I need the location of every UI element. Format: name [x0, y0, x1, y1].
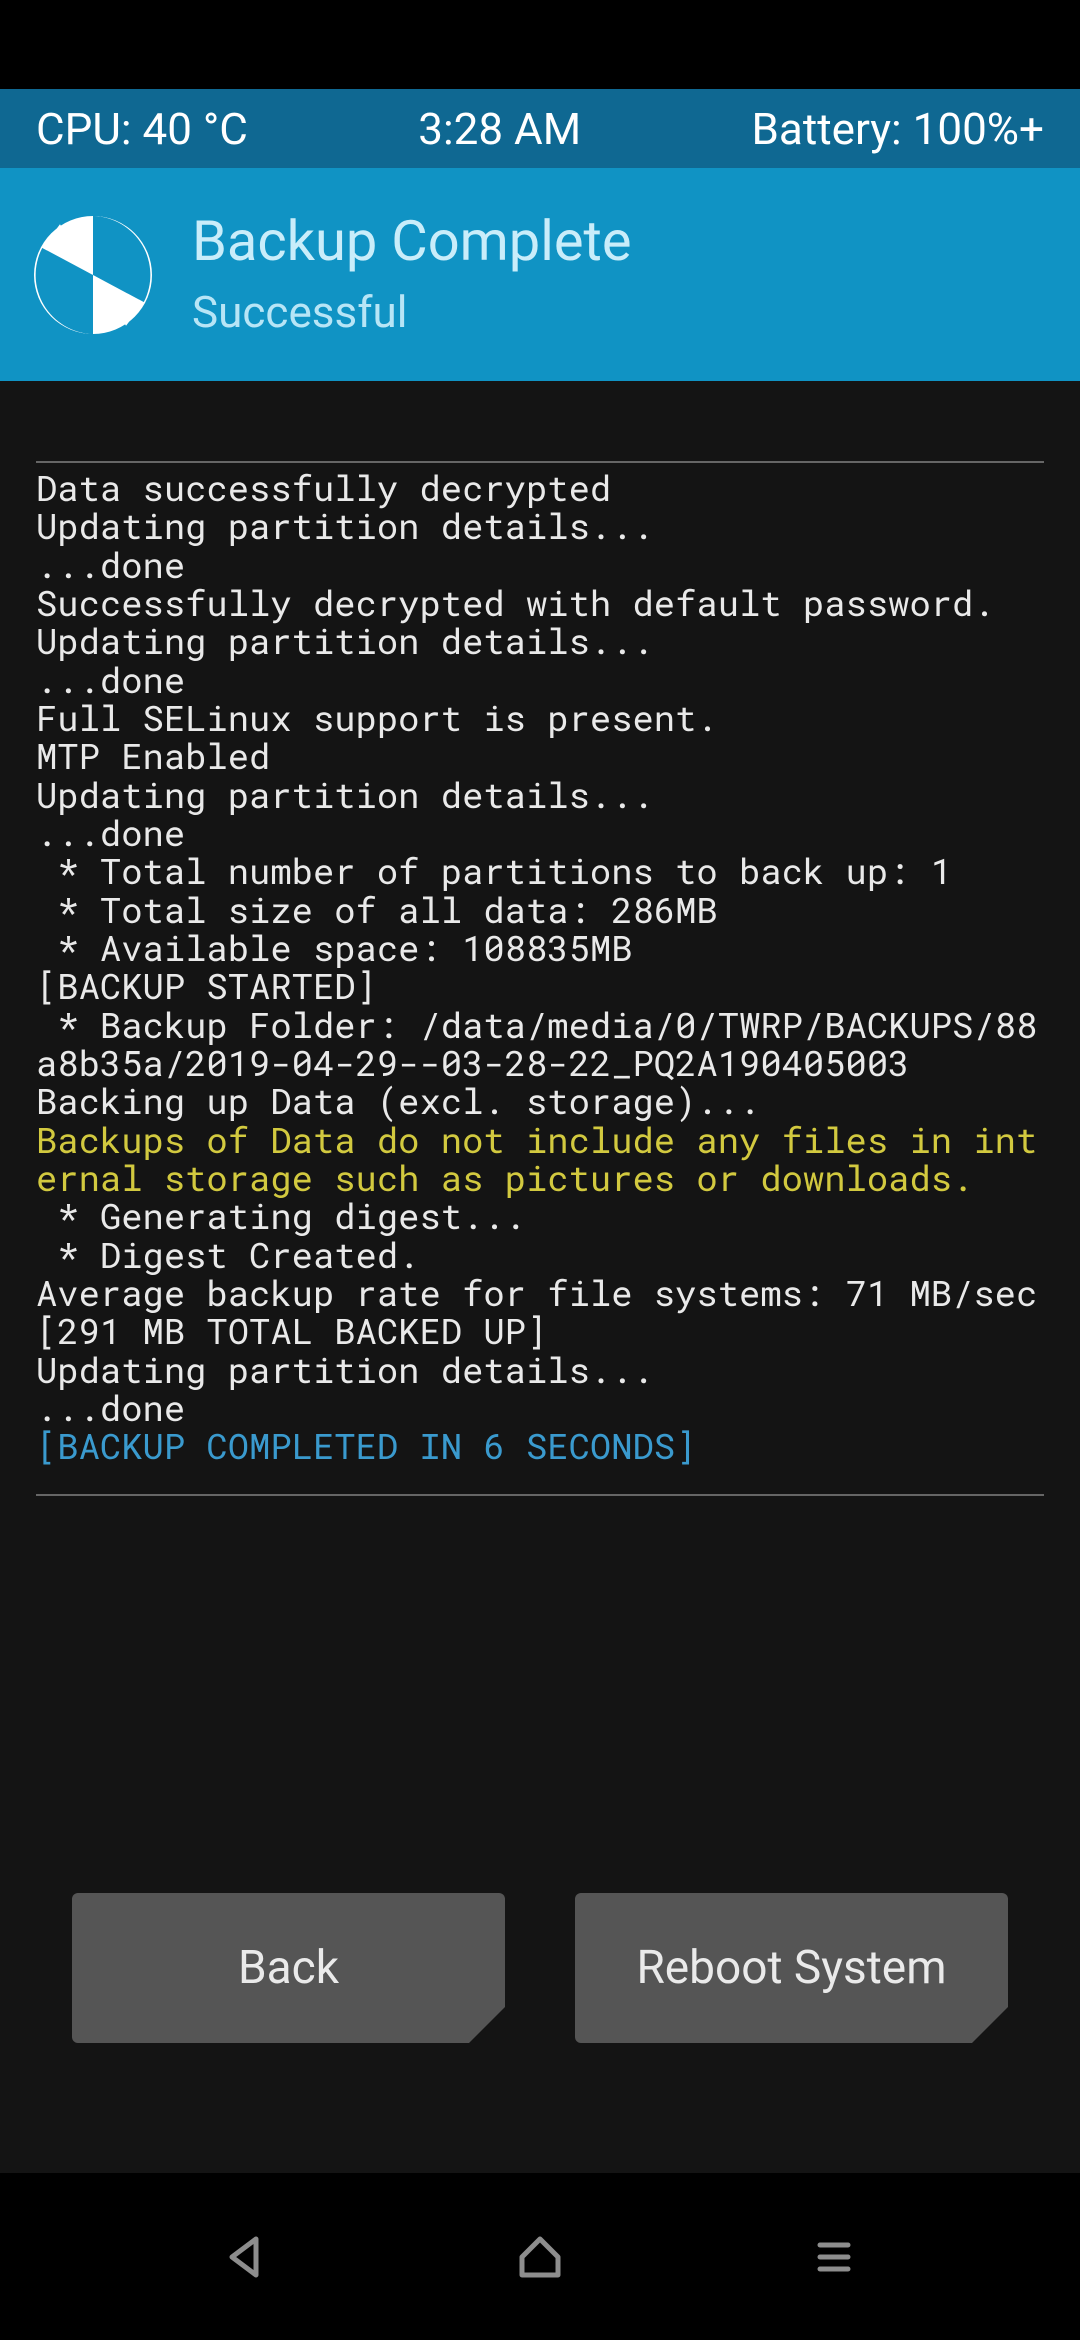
console-log: Data successfully decrypted Updating par… — [36, 469, 1044, 1466]
reboot-system-button[interactable]: Reboot System — [575, 1893, 1008, 2043]
clock: 3:28 AM — [248, 103, 752, 155]
nav-home-icon[interactable] — [514, 2231, 566, 2283]
android-navbar — [0, 2173, 1080, 2340]
divider — [36, 461, 1044, 463]
cpu-temp: CPU: 40 °C — [36, 103, 248, 155]
battery-status: Battery: 100%+ — [751, 103, 1044, 155]
nav-menu-icon[interactable] — [810, 2233, 858, 2281]
page-title: Backup Complete — [192, 211, 632, 273]
header: Backup Complete Successful — [0, 168, 1080, 381]
log-line: [BACKUP COMPLETED IN 6 SECONDS] — [36, 1422, 696, 1469]
button-bar: Back Reboot System — [0, 1893, 1080, 2173]
back-button[interactable]: Back — [72, 1893, 505, 2043]
twrp-logo-icon — [34, 216, 152, 334]
log-line: * Backup Folder: /data/media/0/TWRP/BACK… — [36, 1001, 1037, 1086]
nav-back-icon[interactable] — [222, 2233, 270, 2281]
page-subtitle: Successful — [192, 286, 632, 338]
status-bar: CPU: 40 °C 3:28 AM Battery: 100%+ — [0, 89, 1080, 168]
log-line: Backups of Data do not include any files… — [36, 1116, 1037, 1201]
